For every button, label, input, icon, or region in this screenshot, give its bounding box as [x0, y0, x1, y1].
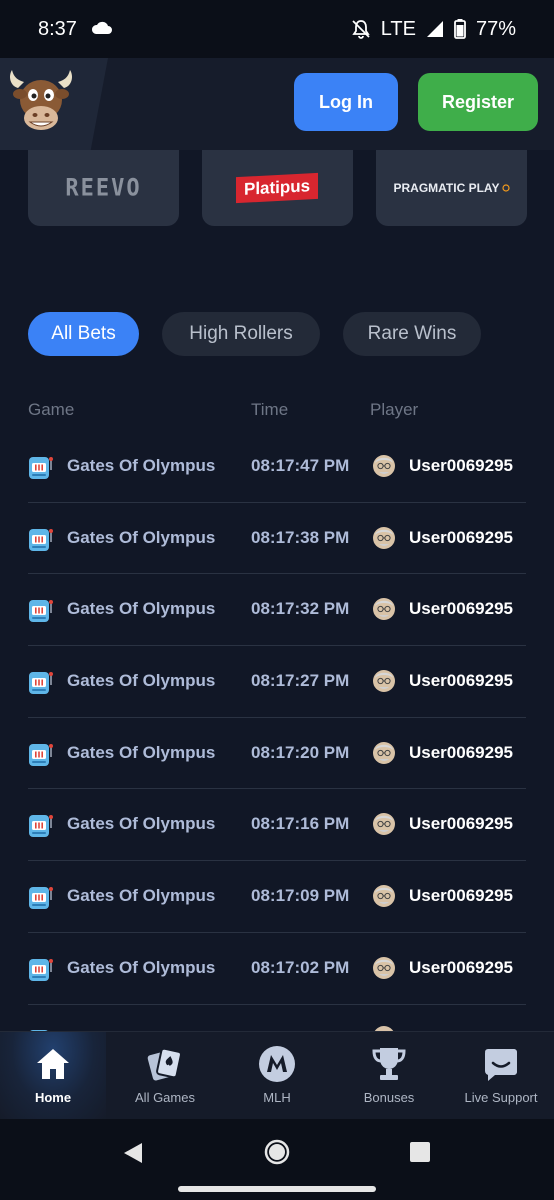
tab-rare-wins[interactable]: Rare Wins	[343, 312, 481, 356]
logo[interactable]	[0, 58, 108, 150]
table-row[interactable]: Gates Of Olympus 08:17:27 PM User0069295	[28, 646, 526, 718]
nav-home[interactable]: Home	[0, 1032, 106, 1120]
nav-bonuses[interactable]: Bonuses	[334, 1032, 444, 1120]
nav-live-support[interactable]: Live Support	[446, 1032, 554, 1120]
cloud-icon	[91, 18, 113, 41]
player-name: User0069295	[409, 742, 513, 762]
table-row[interactable]: Gates Of Olympus 08:17:32 PM User0069295	[28, 574, 526, 647]
provider-platipus-logo: Platipus	[236, 172, 319, 204]
bottom-navigation: Home All Games MLH Bonuses Live Support	[0, 1031, 554, 1120]
chat-icon	[483, 1044, 519, 1084]
player-avatar-icon	[372, 955, 396, 986]
game-name[interactable]: Gates Of Olympus	[67, 599, 215, 619]
game-name[interactable]: Gates Of Olympus	[67, 671, 215, 691]
bet-time: 08:17:32 PM	[251, 599, 350, 619]
game-name[interactable]: Gates Of Olympus	[67, 886, 215, 906]
status-time: 8:37	[38, 17, 77, 40]
player-avatar-icon	[372, 883, 396, 914]
player-name: User0069295	[409, 957, 513, 977]
table-row-partial	[28, 1005, 526, 1031]
table-row[interactable]: Gates Of Olympus 08:17:47 PM User0069295	[28, 431, 526, 503]
table-row[interactable]: Gates Of Olympus 08:17:38 PM User0069295	[28, 503, 526, 575]
player-name: User0069295	[409, 599, 513, 619]
pragmatic-crown-icon	[501, 179, 510, 197]
provider-reevo-logo: REEVO	[65, 174, 142, 202]
signal-icon	[426, 20, 444, 38]
android-navigation-bar	[0, 1119, 554, 1200]
player-name: User0069295	[409, 527, 513, 547]
column-header-game: Game	[28, 400, 75, 419]
player-avatar-icon	[372, 453, 396, 484]
bet-time: 08:17:38 PM	[251, 527, 350, 547]
provider-reevo[interactable]: REEVO	[28, 150, 179, 226]
nav-mlh-label: MLH	[263, 1090, 291, 1105]
home-circle-icon[interactable]	[264, 1139, 290, 1170]
bet-time: 08:17:20 PM	[251, 742, 350, 762]
nav-bonuses-label: Bonuses	[363, 1090, 415, 1105]
mlh-logo-icon	[258, 1044, 296, 1084]
register-button[interactable]: Register	[418, 73, 538, 131]
slot-machine-icon	[28, 597, 54, 628]
status-bar: 8:37 LTE 77%	[0, 0, 554, 58]
table-row[interactable]: Gates Of Olympus 08:17:16 PM User0069295	[28, 789, 526, 862]
tab-all-bets[interactable]: All Bets	[28, 312, 139, 356]
game-name[interactable]: Gates Of Olympus	[67, 456, 215, 476]
table-row[interactable]: Gates Of Olympus 08:17:20 PM User0069295	[28, 718, 526, 790]
player-avatar-icon	[372, 811, 396, 842]
game-name[interactable]: Gates Of Olympus	[67, 814, 215, 834]
home-icon	[35, 1044, 71, 1084]
bet-time: 08:17:16 PM	[251, 814, 350, 834]
column-header-player: Player	[370, 400, 419, 419]
nav-live-support-label: Live Support	[464, 1090, 538, 1105]
player-name: User0069295	[409, 456, 513, 475]
nav-all-games-label: All Games	[135, 1090, 195, 1105]
player-avatar-icon	[372, 668, 396, 699]
slot-machine-icon	[28, 741, 54, 772]
bet-time: 08:17:09 PM	[251, 886, 350, 906]
provider-pragmatic-name: PRAGMATIC PLAY	[393, 181, 500, 195]
slot-machine-icon	[28, 454, 54, 485]
slot-machine-icon	[28, 884, 54, 915]
player-name: User0069295	[409, 886, 513, 906]
player-name: User0069295	[409, 814, 513, 834]
bets-table: Gates Of Olympus 08:17:47 PM User0069295 Ga…	[28, 431, 526, 1005]
notifications-off-icon	[351, 19, 371, 39]
table-row[interactable]: Gates Of Olympus 08:17:02 PM User0069295	[28, 933, 526, 1005]
game-name[interactable]: Gates Of Olympus	[67, 743, 215, 763]
table-row[interactable]: Gates Of Olympus 08:17:09 PM User0069295	[28, 861, 526, 933]
player-name: User0069295	[409, 671, 513, 691]
login-button[interactable]: Log In	[294, 73, 398, 131]
slot-machine-icon	[28, 812, 54, 843]
slot-machine-icon	[28, 956, 54, 987]
bet-time: 08:17:47 PM	[251, 456, 350, 475]
player-avatar-icon	[372, 525, 396, 556]
status-left: 8:37	[38, 18, 113, 41]
battery-icon	[454, 19, 466, 39]
status-right: LTE 77%	[351, 18, 516, 41]
battery-percent: 77%	[475, 17, 516, 40]
nav-mlh[interactable]: MLH	[222, 1032, 332, 1120]
app-header: Log In Register	[0, 58, 554, 150]
slot-machine-icon	[28, 526, 54, 557]
player-avatar-icon	[372, 740, 396, 771]
game-name[interactable]: Gates Of Olympus	[67, 528, 215, 548]
provider-pragmatic-play[interactable]: PRAGMATIC PLAY	[376, 150, 527, 226]
game-name[interactable]: Gates Of Olympus	[67, 958, 215, 978]
trophy-icon	[370, 1044, 408, 1084]
recents-icon[interactable]	[409, 1141, 431, 1168]
bet-time: 08:17:27 PM	[251, 671, 350, 691]
nav-home-label: Home	[34, 1090, 72, 1105]
player-avatar-icon	[372, 596, 396, 627]
provider-pragmatic-logo: PRAGMATIC PLAY	[393, 179, 510, 197]
nav-all-games[interactable]: All Games	[110, 1032, 220, 1120]
slot-machine-icon	[28, 669, 54, 700]
bet-time: 08:17:02 PM	[251, 957, 350, 977]
column-header-time: Time	[251, 400, 289, 419]
provider-platipus[interactable]: Platipus	[202, 150, 353, 226]
cards-icon	[146, 1044, 184, 1084]
back-icon[interactable]	[122, 1141, 144, 1170]
network-type: LTE	[380, 17, 416, 40]
gesture-pill[interactable]	[178, 1186, 376, 1192]
tab-high-rollers[interactable]: High Rollers	[162, 312, 320, 356]
